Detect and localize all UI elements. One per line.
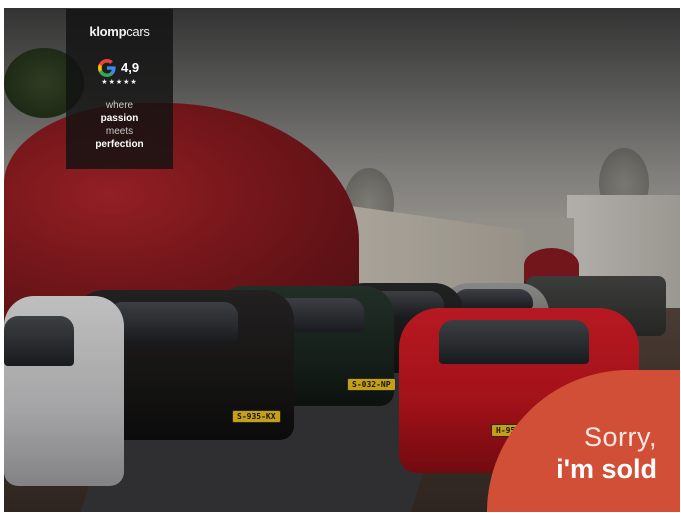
- brand-logo: klompcars: [89, 24, 150, 39]
- star-rating-icon: ★★★★★: [101, 79, 138, 86]
- sold-banner-line1: Sorry,: [583, 422, 657, 452]
- rating-score: 4,9: [121, 60, 140, 75]
- tagline-word: passion: [100, 113, 139, 124]
- brand-badge: klompcars 4,9 ★★★★★ where passion meets …: [66, 9, 173, 169]
- tagline-word: perfection: [95, 139, 144, 150]
- google-rating: 4,9: [66, 58, 173, 78]
- tagline-word: where: [105, 100, 134, 111]
- google-icon: [98, 59, 116, 77]
- sold-banner-line2: i'm sold: [556, 454, 657, 484]
- tagline-word: meets: [105, 126, 134, 137]
